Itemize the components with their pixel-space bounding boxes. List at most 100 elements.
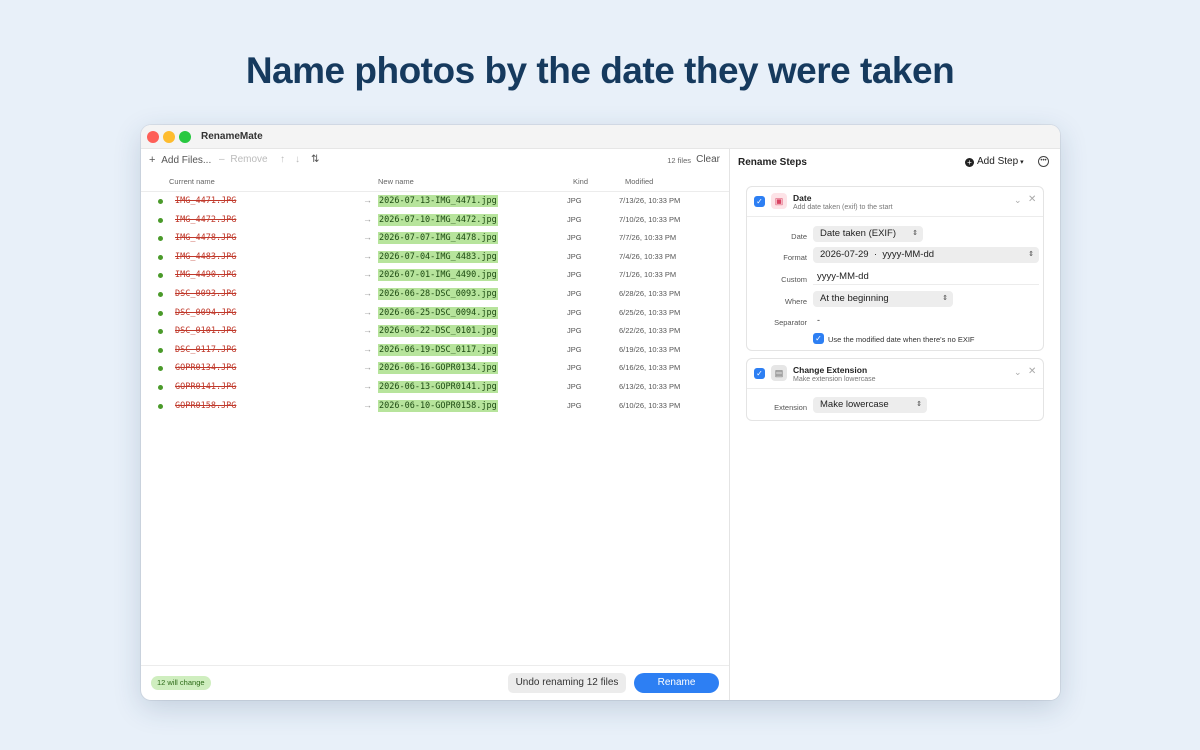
modified-date: 6/28/26, 10:33 PM: [619, 289, 681, 298]
file-kind: JPG: [567, 270, 582, 280]
custom-label: Custom: [781, 275, 807, 284]
chevron-down-icon: ▾: [1020, 159, 1024, 166]
format-select[interactable]: 2026-07-29 · yyyy-MM-dd ⇕: [813, 247, 1039, 263]
more-options-icon[interactable]: •••: [1038, 156, 1049, 167]
custom-format-field[interactable]: yyyy-MM-dd: [813, 269, 1039, 285]
chevron-down-icon[interactable]: ⌄: [1014, 367, 1022, 378]
minimize-window-button[interactable]: [163, 131, 175, 143]
status-dot: [158, 199, 163, 204]
modified-date-fallback-checkbox[interactable]: ✓: [813, 333, 824, 344]
rename-steps-pane: Rename Steps + Add Step ▾ ••• ✓ ▣ Date Add…: [730, 149, 1060, 700]
column-header-new[interactable]: New name: [378, 177, 414, 191]
extension-step-subtitle: Make extension lowercase: [793, 376, 876, 383]
status-dot: [158, 403, 163, 409]
close-icon[interactable]: ✕: [1028, 194, 1036, 205]
up-down-chevron-icon: ⇕: [942, 295, 948, 302]
arrow-right-icon: →: [363, 325, 372, 336]
column-header-current[interactable]: Current name: [169, 177, 215, 191]
rename-steps-title: Rename Steps: [738, 157, 807, 168]
format-label: Format: [783, 253, 807, 262]
undo-rename-button[interactable]: Undo renaming 12 files: [508, 673, 626, 693]
move-up-icon[interactable]: ↑: [280, 154, 285, 165]
extension-select[interactable]: Make lowercase ⇕: [813, 397, 927, 413]
file-kind: JPG: [567, 344, 582, 354]
new-name: 2026-07-10-IMG_4472.jpg: [378, 213, 498, 226]
extension-step-title: Change Extension: [793, 365, 868, 375]
file-row[interactable]: GOPR0134.JPG → 2026-06-16-GOPR0134.jpg JPG 6…: [141, 359, 729, 377]
separator-label: Separator: [774, 318, 807, 327]
document-icon: ▤: [771, 365, 787, 381]
clear-button[interactable]: Clear: [696, 154, 720, 165]
status-dot: [158, 217, 163, 223]
sort-icon[interactable]: ⇅: [311, 154, 319, 165]
calendar-icon: ▣: [771, 193, 787, 209]
file-row[interactable]: DSC_0117.JPG → 2026-06-19-DSC_0117.jpg JPG 6…: [141, 341, 729, 359]
file-kind: JPG: [567, 363, 582, 373]
extension-label: Extension: [774, 403, 807, 412]
close-window-button[interactable]: [147, 131, 159, 143]
file-row[interactable]: DSC_0094.JPG → 2026-06-25-DSC_0094.jpg JPG 6…: [141, 304, 729, 322]
file-row[interactable]: DSC_0093.JPG → 2026-06-28-DSC_0093.jpg JPG 6…: [141, 285, 729, 303]
date-step-enable-checkbox[interactable]: ✓: [754, 196, 765, 207]
file-row[interactable]: GOPR0158.JPG → 2026-06-10-GOPR0158.jpg JPG 6…: [141, 397, 729, 415]
chevron-down-icon[interactable]: ⌄: [1014, 195, 1022, 206]
date-step-card: ✓ ▣ Date Add date taken (exif) to the st…: [746, 186, 1044, 351]
status-dot: [158, 366, 163, 372]
status-dot: [158, 254, 163, 260]
move-down-icon[interactable]: ↓: [295, 154, 300, 165]
where-select[interactable]: At the beginning ⇕: [813, 291, 953, 307]
extension-step-enable-checkbox[interactable]: ✓: [754, 368, 765, 379]
modified-date: 7/10/26, 10:33 PM: [619, 214, 681, 224]
up-down-chevron-icon: ⇕: [1028, 251, 1034, 258]
date-step-title: Date: [793, 193, 812, 203]
current-name: GOPR0141.JPG: [175, 382, 237, 392]
modified-date: 6/22/26, 10:33 PM: [619, 326, 681, 336]
file-toolbar: + Add Files... – Remove ↑ ↓ ⇅ 12 files C…: [141, 149, 729, 171]
file-row[interactable]: IMG_4483.JPG → 2026-07-04-IMG_4483.jpg JPG 7…: [141, 248, 729, 266]
remove-label: Remove: [230, 154, 268, 165]
separator-field[interactable]: -: [817, 315, 820, 325]
status-dot: [158, 292, 163, 297]
file-kind: JPG: [567, 400, 582, 410]
window-title: RenameMate: [201, 131, 263, 142]
up-down-chevron-icon: ⇕: [916, 401, 922, 408]
column-header-modified[interactable]: Modified: [625, 177, 653, 191]
rename-button[interactable]: Rename: [634, 673, 719, 693]
new-name: 2026-06-28-DSC_0093.jpg: [378, 288, 498, 300]
zoom-window-button[interactable]: [179, 131, 191, 143]
status-dot: [158, 273, 163, 279]
status-dot: [158, 347, 163, 353]
current-name: GOPR0158.JPG: [175, 400, 237, 411]
plus-icon: +: [149, 154, 156, 166]
file-row[interactable]: GOPR0141.JPG → 2026-06-13-GOPR0141.jpg JPG 6…: [141, 378, 729, 396]
bottom-bar: 12 will change Undo renaming 12 files Re…: [141, 665, 729, 700]
file-row[interactable]: IMG_4490.JPG → 2026-07-01-IMG_4490.jpg JPG 7…: [141, 266, 729, 284]
file-row[interactable]: IMG_4471.JPG → 2026-07-13-IMG_4471.jpg JPG 7…: [141, 192, 729, 210]
status-dot: [158, 385, 163, 390]
date-step-header: ✓ ▣ Date Add date taken (exif) to the st…: [747, 187, 1043, 217]
date-source-select[interactable]: Date taken (EXIF) ⇕: [813, 226, 923, 242]
arrow-right-icon: →: [363, 213, 372, 224]
status-dot: [158, 310, 163, 316]
arrow-right-icon: →: [363, 195, 372, 205]
new-name: 2026-06-22-DSC_0101.jpg: [378, 325, 498, 338]
add-step-button[interactable]: + Add Step ▾: [965, 156, 1024, 167]
file-row[interactable]: IMG_4472.JPG → 2026-07-10-IMG_4472.jpg JPG 7…: [141, 211, 729, 229]
current-name: IMG_4478.JPG: [175, 233, 237, 244]
file-row[interactable]: DSC_0101.JPG → 2026-06-22-DSC_0101.jpg JPG 6…: [141, 322, 729, 340]
remove-button[interactable]: – Remove: [219, 154, 268, 165]
file-row[interactable]: IMG_4478.JPG → 2026-07-07-IMG_4478.jpg JPG 7…: [141, 229, 729, 247]
app-window: RenameMate + Add Files... – Remove ↑ ↓ ⇅…: [141, 125, 1060, 700]
file-kind: JPG: [567, 289, 582, 298]
modified-date: 7/13/26, 10:33 PM: [619, 196, 681, 205]
new-name: 2026-07-07-IMG_4478.jpg: [378, 232, 498, 245]
current-name: DSC_0093.JPG: [175, 289, 237, 299]
column-header-kind[interactable]: Kind: [573, 177, 588, 191]
arrow-right-icon: →: [363, 306, 372, 317]
date-source-value: Date taken (EXIF): [820, 228, 897, 239]
modified-date: 7/1/26, 10:33 PM: [619, 270, 677, 280]
add-files-button[interactable]: + Add Files...: [149, 154, 211, 166]
new-name: 2026-06-10-GOPR0158.jpg: [378, 399, 498, 412]
close-icon[interactable]: ✕: [1028, 366, 1036, 377]
arrow-right-icon: →: [363, 269, 372, 280]
